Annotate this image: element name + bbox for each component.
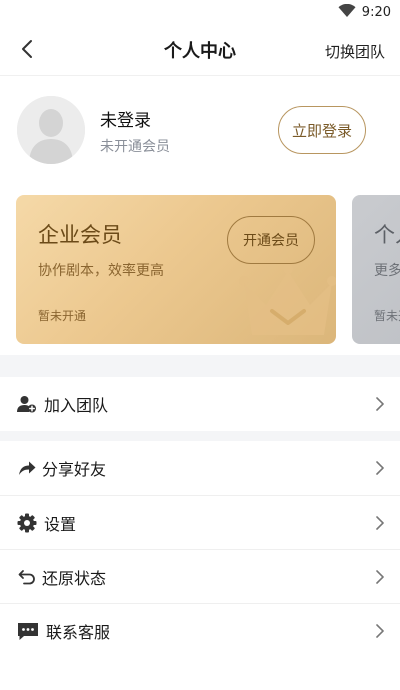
section-divider xyxy=(0,431,400,441)
gear-icon xyxy=(17,513,37,533)
personal-card-status: 暂未开通 xyxy=(374,309,400,323)
chat-icon xyxy=(17,621,39,641)
enterprise-card-status: 暂未开通 xyxy=(38,309,87,323)
chevron-right-icon xyxy=(374,515,386,531)
menu-item-join-team[interactable]: 加入团队 xyxy=(0,377,400,431)
add-user-icon xyxy=(17,394,37,414)
status-time: 9:20 xyxy=(361,5,391,20)
crown-icon xyxy=(238,261,336,339)
status-bar: 9:20 xyxy=(0,0,400,24)
menu-label: 设置 xyxy=(44,515,77,534)
chevron-right-icon xyxy=(374,396,386,412)
membership-cards[interactable]: 企业会员 协作剧本，效率更高 暂未开通 开通会员 个人会员 更多特权 暂未开通 xyxy=(0,195,400,345)
personal-card-title: 个人会员 xyxy=(374,223,400,247)
status-icons: 9:20 xyxy=(338,3,391,22)
enterprise-member-card[interactable]: 企业会员 协作剧本，效率更高 暂未开通 开通会员 xyxy=(16,195,336,344)
personal-member-card[interactable]: 个人会员 更多特权 暂未开通 xyxy=(352,195,400,344)
undo-icon xyxy=(17,567,37,587)
switch-team-button[interactable]: 切换团队 xyxy=(325,41,385,62)
membership-status: 未开通会员 xyxy=(100,139,170,155)
menu-item-reset-state[interactable]: 还原状态 xyxy=(0,550,400,604)
menu-item-contact-support[interactable]: 联系客服 xyxy=(0,604,400,658)
personal-card-desc: 更多特权 xyxy=(374,263,400,279)
chevron-right-icon xyxy=(374,569,386,585)
back-button[interactable] xyxy=(14,38,40,64)
login-button[interactable]: 立即登录 xyxy=(278,106,366,154)
chevron-right-icon xyxy=(374,460,386,476)
menu-label: 加入团队 xyxy=(44,396,109,415)
menu-item-share-friends[interactable]: 分享好友 xyxy=(0,441,400,495)
menu-label: 联系客服 xyxy=(46,623,111,642)
profile-section: 未登录 未开通会员 立即登录 xyxy=(0,96,400,166)
chevron-right-icon xyxy=(374,623,386,639)
avatar[interactable] xyxy=(17,96,85,164)
enterprise-card-title: 企业会员 xyxy=(38,223,122,247)
wifi-icon xyxy=(338,3,356,22)
menu-label: 分享好友 xyxy=(42,460,107,479)
chevron-left-icon xyxy=(20,39,34,63)
share-icon xyxy=(17,458,37,478)
section-divider xyxy=(0,355,400,377)
enterprise-card-desc: 协作剧本，效率更高 xyxy=(38,263,164,279)
menu-item-settings[interactable]: 设置 xyxy=(0,496,400,550)
default-avatar-icon xyxy=(17,96,85,164)
user-name: 未登录 xyxy=(100,111,151,131)
open-membership-button[interactable]: 开通会员 xyxy=(227,216,315,264)
menu-label: 还原状态 xyxy=(42,569,107,588)
nav-bar: 个人中心 切换团队 xyxy=(0,24,400,76)
